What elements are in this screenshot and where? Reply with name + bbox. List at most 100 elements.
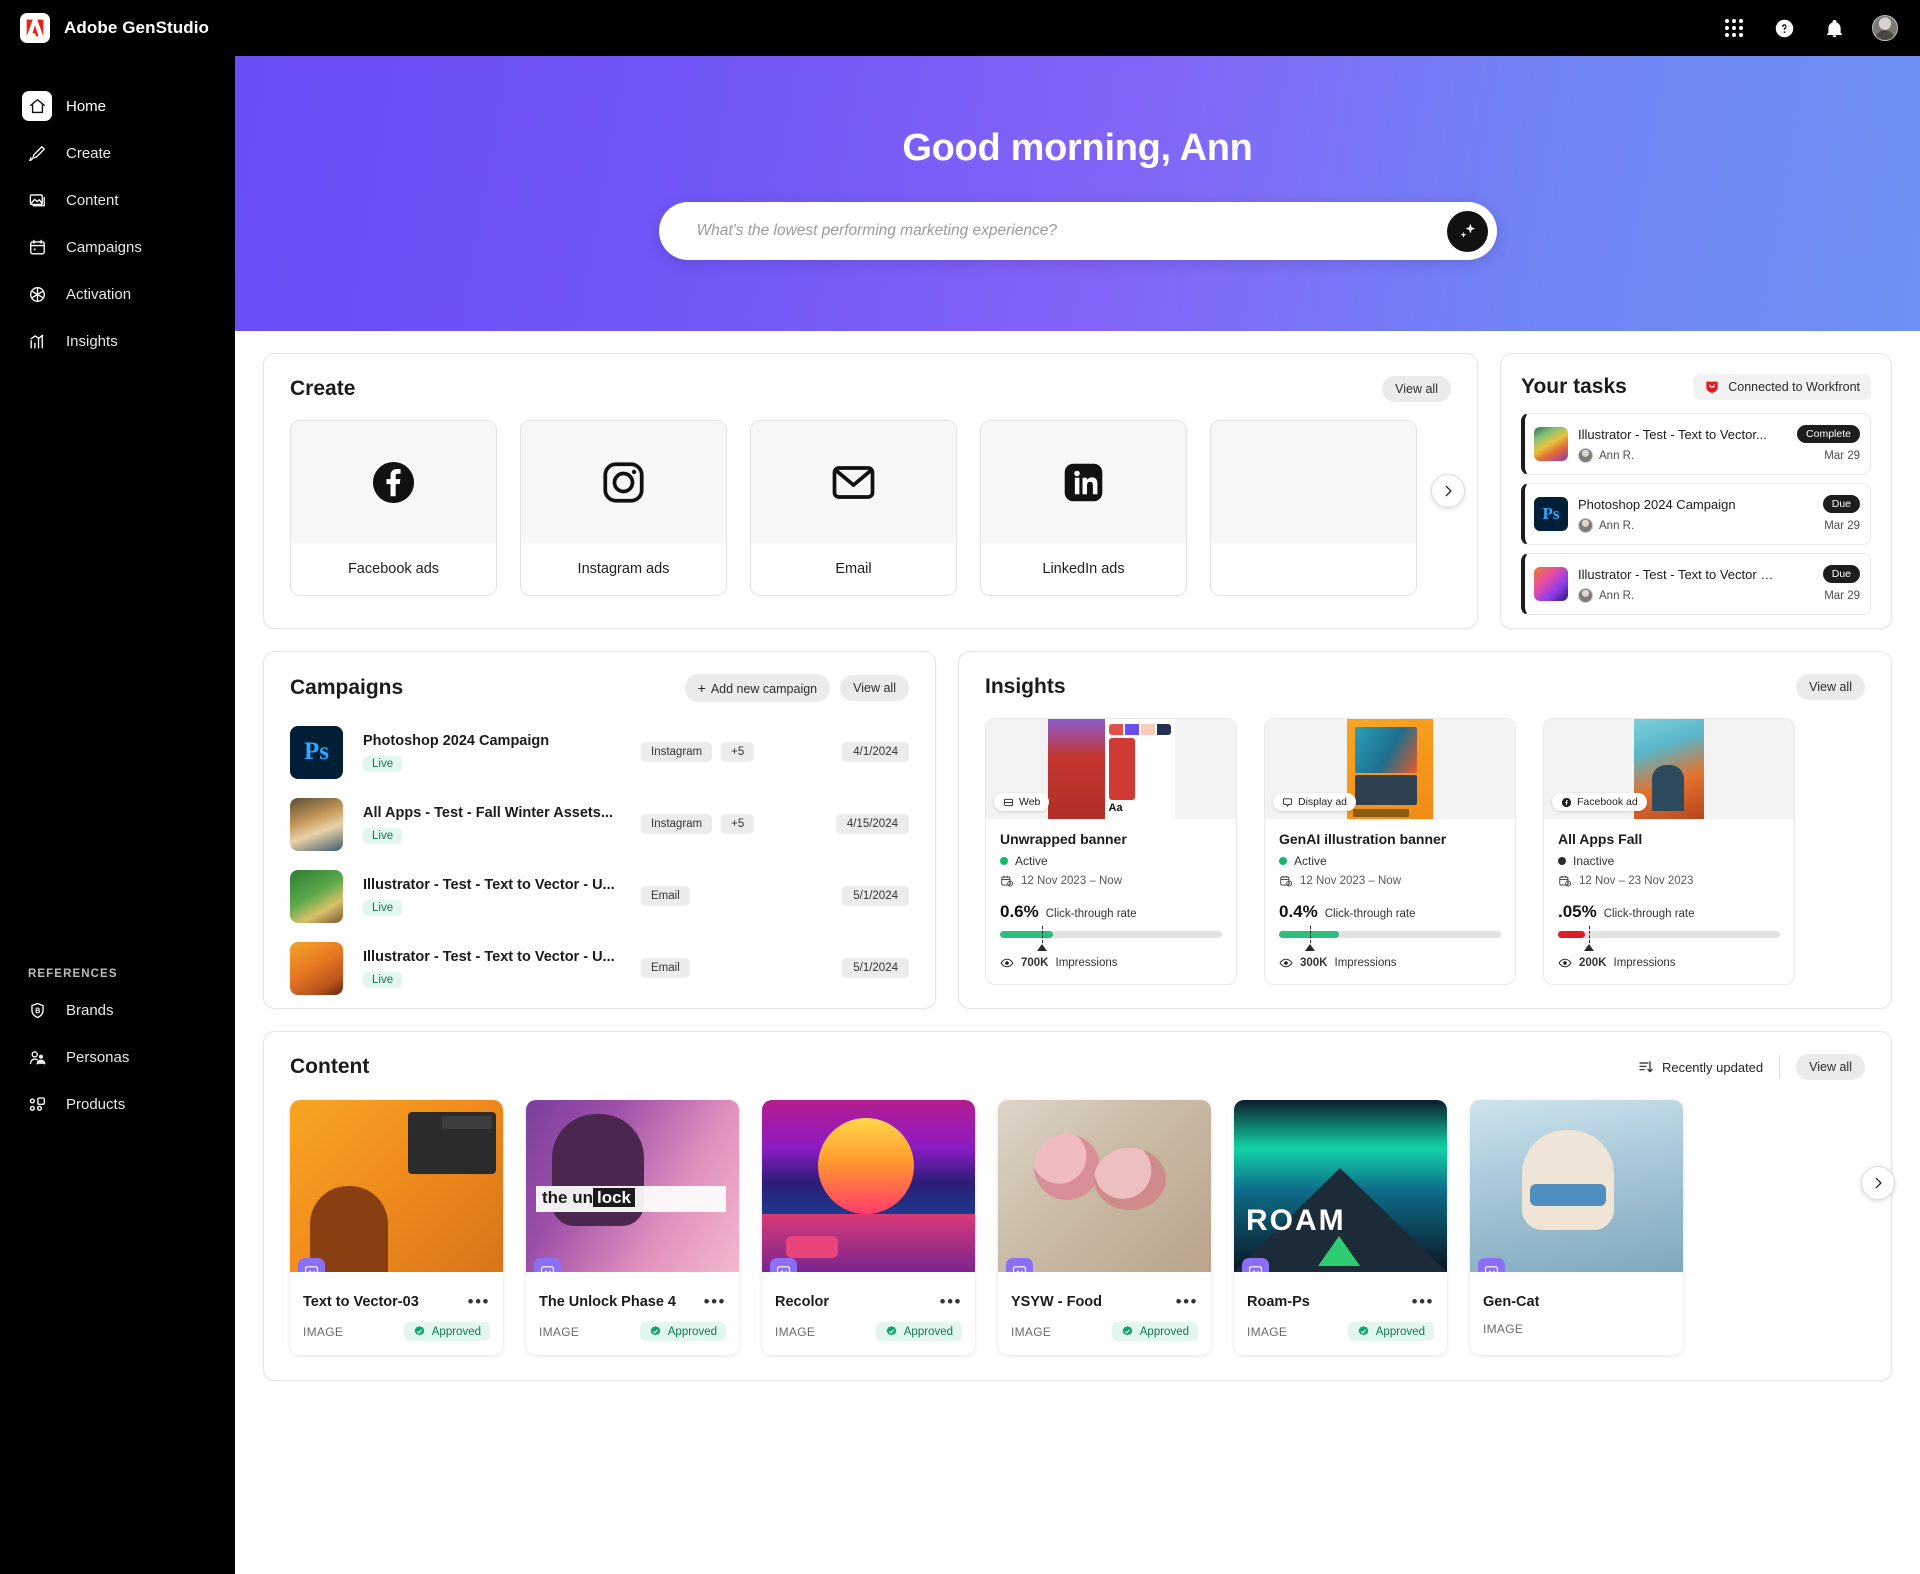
content-title: Content	[290, 1055, 370, 1078]
brand-name: Adobe GenStudio	[64, 18, 210, 37]
status-label: Approved	[431, 1325, 481, 1338]
create-view-all-button[interactable]: View all	[1382, 376, 1451, 402]
table-row[interactable]: All Apps - Test - Fall Winter Assets... …	[290, 788, 909, 860]
sidebar-item-label: Brands	[66, 1001, 114, 1019]
sidebar-item-campaigns[interactable]: Campaigns	[16, 227, 219, 267]
table-row[interactable]: Illustrator - Test - Text to Vector - U.…	[290, 932, 909, 1004]
content-card[interactable]: Recolor ••• IMAGE Approved	[762, 1100, 975, 1355]
add-campaign-button[interactable]: + Add new campaign	[684, 674, 831, 702]
insight-progress	[1000, 926, 1222, 951]
insight-ctr: 0.4% Click-through rate	[1279, 902, 1501, 922]
image-icon	[22, 185, 52, 215]
campaign-name: Illustrator - Test - Text to Vector - U.…	[363, 949, 615, 965]
insights-panel-header: Insights View all	[959, 652, 1891, 700]
hero-banner: Good morning, Ann	[235, 56, 1920, 331]
channel-tag: Instagram	[641, 814, 713, 834]
help-icon[interactable]	[1772, 16, 1796, 40]
sparkle-submit-button[interactable]	[1446, 210, 1488, 252]
insight-card[interactable]: Facebook ad All Apps Fall Inactive 12 No…	[1543, 718, 1795, 985]
notifications-bell-icon[interactable]	[1822, 16, 1846, 40]
top-bar-actions	[1722, 15, 1920, 41]
task-row[interactable]: Illustrator - Test - Text to Vector - US…	[1521, 553, 1871, 615]
sidebar-item-home[interactable]: Home	[16, 86, 219, 126]
sidebar-item-personas[interactable]: Personas	[16, 1037, 219, 1077]
campaigns-view-all-button[interactable]: View all	[840, 675, 909, 701]
more-options-icon[interactable]: •••	[1412, 1293, 1434, 1310]
insight-status-label: Active	[1294, 854, 1327, 868]
hero-search-bar[interactable]	[658, 202, 1497, 260]
insights-title: Insights	[985, 675, 1066, 698]
campaign-name: All Apps - Test - Fall Winter Assets...	[363, 805, 613, 821]
content-view-all-button[interactable]: View all	[1796, 1054, 1865, 1080]
more-options-icon[interactable]: •••	[468, 1293, 490, 1310]
insight-dates-label: 12 Nov – 23 Nov 2023	[1579, 875, 1694, 887]
status-badge: Approved	[403, 1322, 490, 1341]
sort-control[interactable]: Recently updated	[1638, 1059, 1763, 1075]
sidebar-item-label: Products	[66, 1095, 126, 1113]
sidebar-item-brands[interactable]: Brands	[16, 990, 219, 1030]
content-name: The Unlock Phase 4	[539, 1294, 676, 1310]
insight-card[interactable]: Aa Web Unwrapped banner Active 12 Nov 20…	[985, 718, 1237, 985]
create-tile-instagram[interactable]: Instagram ads	[520, 420, 727, 596]
status-badge: Live	[363, 756, 403, 772]
content-card[interactable]: Text to Vector-03 ••• IMAGE Approved	[290, 1100, 503, 1355]
create-tile-email[interactable]: Email	[750, 420, 957, 596]
tasks-panel-header: Your tasks Connected to Workfront	[1501, 354, 1891, 400]
insight-impressions-label: Impressions	[1613, 957, 1676, 969]
search-input[interactable]	[696, 222, 1447, 240]
content-panel-header: Content Recently updated View all	[264, 1032, 1891, 1080]
task-date: Mar 29	[1824, 589, 1860, 602]
campaigns-panel-header: Campaigns + Add new campaign View all	[264, 652, 935, 702]
calendar-clock-icon	[1001, 875, 1014, 887]
task-row[interactable]: Illustrator - Test - Text to Vector... C…	[1521, 413, 1871, 475]
sidebar-item-insights[interactable]: Insights	[16, 321, 219, 361]
insight-media: Display ad	[1265, 719, 1515, 819]
calendar-clock-icon	[1559, 875, 1572, 887]
table-row[interactable]: Ps Photoshop 2024 Campaign Live Instagra…	[290, 716, 909, 788]
add-campaign-label: Add new campaign	[710, 682, 818, 696]
email-icon	[751, 421, 956, 543]
more-options-icon[interactable]: •••	[704, 1293, 726, 1310]
insight-status-label: Inactive	[1573, 854, 1615, 868]
status-dot	[1000, 857, 1008, 865]
content-card[interactable]: the un lock The Unlock Phase 4 ••• IMAGE…	[526, 1100, 739, 1355]
insight-name: All Apps Fall	[1558, 831, 1643, 847]
content-card[interactable]: Gen-Cat IMAGE	[1470, 1100, 1683, 1355]
insight-status: Active	[1000, 854, 1222, 868]
more-options-icon[interactable]: •••	[1176, 1293, 1198, 1310]
sidebar-item-activation[interactable]: Activation	[16, 274, 219, 314]
create-tile-facebook[interactable]: Facebook ads	[290, 420, 497, 596]
workfront-label: Connected to Workfront	[1728, 380, 1860, 394]
user-avatar[interactable]	[1872, 15, 1898, 41]
insight-impressions: 700K Impressions	[1000, 956, 1222, 970]
insight-ctr-label: Click-through rate	[1045, 908, 1137, 920]
more-options-icon[interactable]: •••	[940, 1293, 962, 1310]
content-next-button[interactable]	[1861, 1166, 1895, 1200]
create-tile-linkedin[interactable]: LinkedIn ads	[980, 420, 1187, 596]
sidebar-item-content[interactable]: Content	[16, 180, 219, 220]
insights-view-all-button[interactable]: View all	[1796, 674, 1865, 700]
create-next-button[interactable]	[1431, 474, 1465, 508]
task-row[interactable]: Ps Photoshop 2024 Campaign Due Ann R. Ma…	[1521, 483, 1871, 545]
facebook-icon	[1561, 797, 1572, 807]
content-name: Gen-Cat	[1483, 1294, 1540, 1310]
row-create-tasks: Create View all Facebook ads Instagram a…	[263, 353, 1892, 629]
aperture-icon	[22, 279, 52, 309]
insight-dates: 12 Nov 2023 – Now	[1000, 874, 1222, 888]
apps-grid-icon[interactable]	[1722, 16, 1746, 40]
insight-impressions: 200K Impressions	[1558, 956, 1780, 970]
sidebar: Home Create Content Campaigns Activation	[0, 56, 235, 1113]
sidebar-item-products[interactable]: Products	[16, 1084, 219, 1124]
brush-icon	[22, 138, 52, 168]
content-card[interactable]: YSYW - Food ••• IMAGE Approved	[998, 1100, 1211, 1355]
content-card[interactable]: ROAM Roam-Ps ••• IMAGE Approved	[1234, 1100, 1447, 1355]
insight-card[interactable]: Display ad GenAI illustration banner Act…	[1264, 718, 1516, 985]
sidebar-item-create[interactable]: Create	[16, 133, 219, 173]
avatar	[1578, 588, 1593, 603]
create-tile-partial[interactable]	[1210, 420, 1417, 596]
table-row[interactable]: Illustrator - Test - Text to Vector - U.…	[290, 860, 909, 932]
sidebar-item-label: Content	[66, 191, 119, 209]
references-heading: REFERENCES	[28, 968, 118, 980]
sidebar-item-label: Activation	[66, 285, 132, 303]
brand[interactable]: Adobe GenStudio	[0, 13, 209, 43]
